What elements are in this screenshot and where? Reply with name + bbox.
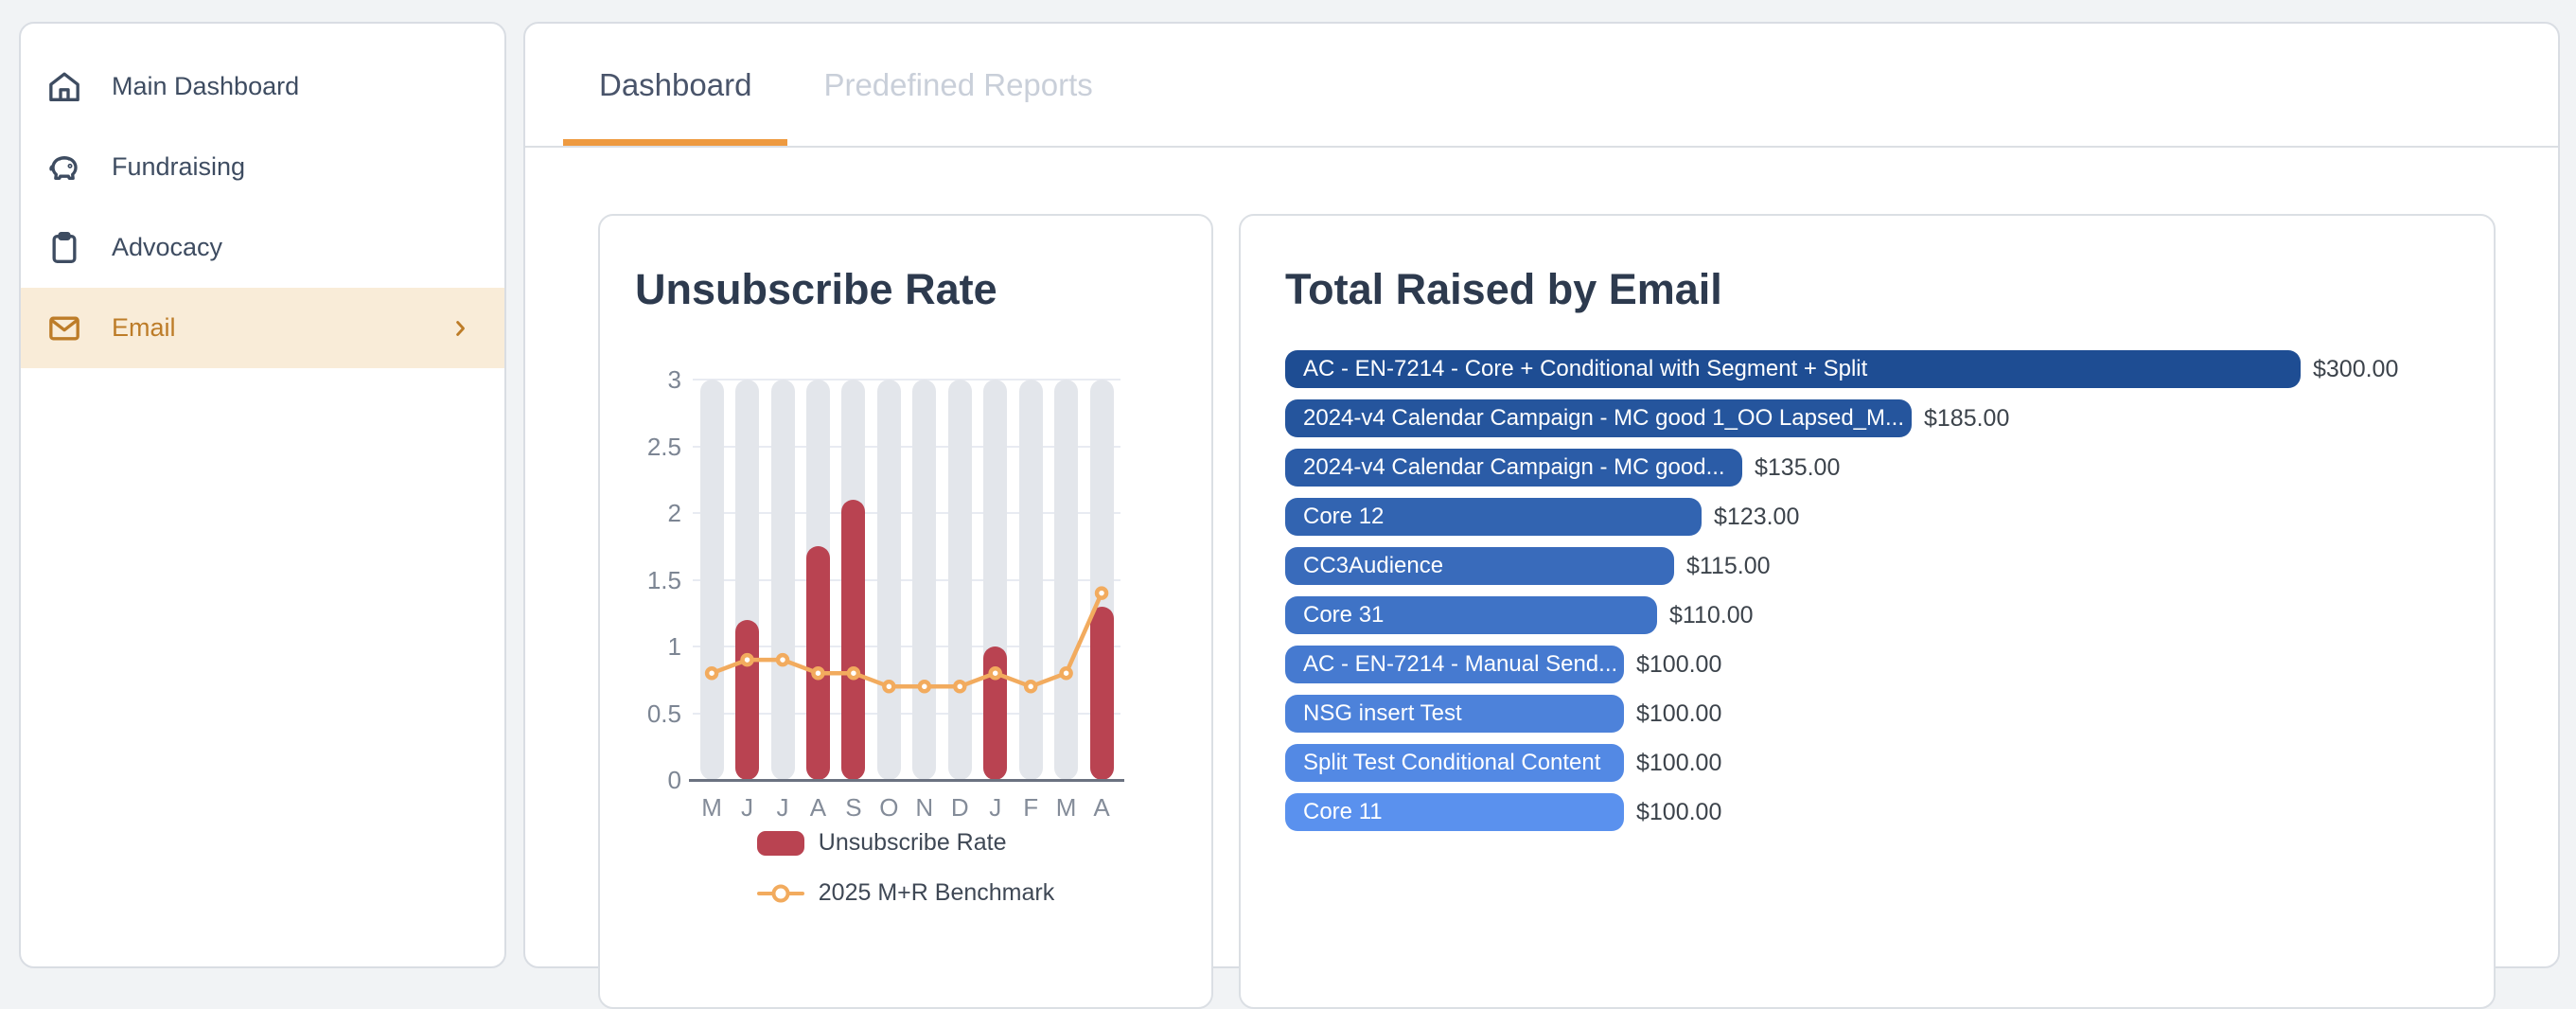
email-bar-row: Core 11 $100.00 — [1285, 793, 2465, 831]
email-bar-value: $185.00 — [1924, 405, 2009, 433]
benchmark-point[interactable] — [813, 668, 822, 678]
sidebar-item-label: Email — [112, 313, 176, 343]
y-axis-label: 2.5 — [606, 434, 681, 459]
total-raised-card: Total Raised by Email AC - EN-7214 - Cor… — [1239, 214, 2496, 1009]
sidebar-item-email[interactable]: Email — [21, 288, 504, 368]
card-title-total-raised: Total Raised by Email — [1285, 265, 1722, 314]
benchmark-point[interactable] — [991, 668, 1000, 678]
email-bar[interactable]: Split Test Conditional Content — [1285, 744, 1624, 782]
y-axis-label: 1.5 — [606, 568, 681, 593]
email-bar-row: Split Test Conditional Content $100.00 — [1285, 744, 2465, 782]
benchmark-point[interactable] — [707, 668, 716, 678]
email-bar[interactable]: CC3Audience — [1285, 547, 1674, 585]
tab-bar: DashboardPredefined Reports — [525, 24, 2558, 148]
email-bar[interactable]: 2024-v4 Calendar Campaign - MC good... — [1285, 449, 1742, 487]
email-bar-value: $300.00 — [2313, 356, 2398, 383]
unsubscribe-chart-plot: 00.511.522.53MJJASONDJFMA — [693, 380, 1120, 780]
clipboard-icon — [45, 229, 83, 267]
benchmark-line — [693, 380, 1120, 780]
email-bar-row: NSG insert Test $100.00 — [1285, 695, 2465, 733]
sidebar-item-main-dashboard[interactable]: Main Dashboard — [21, 46, 504, 127]
sidebar-item-label: Fundraising — [112, 152, 245, 182]
x-axis-label: F — [1014, 793, 1049, 823]
email-bar-value: $100.00 — [1636, 799, 1721, 826]
benchmark-point[interactable] — [849, 668, 858, 678]
tab-dashboard[interactable]: Dashboard — [563, 24, 787, 146]
sidebar-item-label: Advocacy — [112, 233, 222, 262]
x-axis-label: J — [766, 793, 801, 823]
card-title-unsubscribe-rate: Unsubscribe Rate — [635, 265, 997, 314]
chevron-right-icon — [448, 316, 472, 341]
benchmark-point[interactable] — [1026, 682, 1035, 691]
piggy-bank-icon — [45, 149, 83, 186]
email-bar-row: Core 31 $110.00 — [1285, 596, 2465, 634]
y-axis-label: 2 — [606, 501, 681, 525]
email-bar-value: $135.00 — [1755, 454, 1840, 482]
x-axis-label: O — [872, 793, 907, 823]
legend-label: Unsubscribe Rate — [819, 829, 1007, 857]
legend-swatch — [757, 831, 804, 856]
sidebar-item-fundraising[interactable]: Fundraising — [21, 127, 504, 207]
y-axis-label: 0.5 — [606, 701, 681, 726]
x-axis-label: J — [978, 793, 1013, 823]
x-axis-label: J — [730, 793, 765, 823]
benchmark-point[interactable] — [1062, 668, 1071, 678]
x-axis-label: A — [801, 793, 836, 823]
email-bar[interactable]: AC - EN-7214 - Core + Conditional with S… — [1285, 350, 2301, 388]
benchmark-point[interactable] — [955, 682, 964, 691]
email-bar-value: $100.00 — [1636, 700, 1721, 728]
sidebar-nav: Main Dashboard Fundraising Advocacy Email — [21, 24, 504, 368]
sidebar-item-advocacy[interactable]: Advocacy — [21, 207, 504, 288]
email-bar[interactable]: Core 31 — [1285, 596, 1657, 634]
benchmark-point[interactable] — [884, 682, 893, 691]
email-bar-row: 2024-v4 Calendar Campaign - MC good... $… — [1285, 449, 2465, 487]
legend-item-benchmark[interactable]: 2025 M+R Benchmark — [757, 879, 1054, 907]
main-panel: DashboardPredefined Reports Unsubscribe … — [523, 22, 2560, 968]
email-bars-list: AC - EN-7214 - Core + Conditional with S… — [1285, 350, 2465, 842]
email-bar[interactable]: Core 11 — [1285, 793, 1624, 831]
chart-legend: Unsubscribe Rate 2025 M+R Benchmark — [757, 829, 1054, 907]
email-bar-row: CC3Audience $115.00 — [1285, 547, 2465, 585]
benchmark-point[interactable] — [920, 682, 929, 691]
unsubscribe-rate-card: Unsubscribe Rate 00.511.522.53MJJASONDJF… — [598, 214, 1213, 1009]
y-axis-label: 0 — [606, 768, 681, 792]
email-bar-row: Core 12 $123.00 — [1285, 498, 2465, 536]
x-axis-label: S — [836, 793, 871, 823]
app-root: Main Dashboard Fundraising Advocacy Email D… — [0, 0, 2576, 916]
email-bar[interactable]: Core 12 — [1285, 498, 1702, 536]
legend-label: 2025 M+R Benchmark — [819, 879, 1054, 907]
y-axis-label: 1 — [606, 634, 681, 659]
email-bar-row: AC - EN-7214 - Manual Send... $100.00 — [1285, 646, 2465, 683]
legend-line-marker — [757, 881, 804, 906]
x-axis-label: D — [943, 793, 978, 823]
envelope-icon — [45, 310, 83, 347]
email-bar-value: $123.00 — [1714, 504, 1799, 531]
benchmark-point[interactable] — [743, 655, 752, 664]
email-bar[interactable]: NSG insert Test — [1285, 695, 1624, 733]
email-bar-value: $110.00 — [1669, 602, 1754, 629]
x-axis-label: N — [907, 793, 942, 823]
benchmark-point[interactable] — [778, 655, 787, 664]
email-bar-value: $100.00 — [1636, 750, 1721, 777]
email-bar-row: AC - EN-7214 - Core + Conditional with S… — [1285, 350, 2465, 388]
email-bar-value: $100.00 — [1636, 651, 1721, 679]
y-axis-label: 3 — [606, 367, 681, 392]
x-axis-label: M — [695, 793, 730, 823]
x-axis-label: M — [1049, 793, 1084, 823]
x-axis-label: A — [1085, 793, 1120, 823]
email-bar[interactable]: 2024-v4 Calendar Campaign - MC good 1_OO… — [1285, 399, 1912, 437]
email-bar-row: 2024-v4 Calendar Campaign - MC good 1_OO… — [1285, 399, 2465, 437]
tab-predefined-reports[interactable]: Predefined Reports — [787, 24, 1128, 146]
home-icon — [45, 68, 83, 106]
legend-item-unsubscribe-rate[interactable]: Unsubscribe Rate — [757, 829, 1007, 857]
email-bar[interactable]: AC - EN-7214 - Manual Send... — [1285, 646, 1624, 683]
benchmark-point[interactable] — [1097, 589, 1106, 598]
email-bar-value: $115.00 — [1686, 553, 1771, 580]
sidebar: Main Dashboard Fundraising Advocacy Email — [19, 22, 506, 968]
sidebar-item-label: Main Dashboard — [112, 72, 299, 101]
